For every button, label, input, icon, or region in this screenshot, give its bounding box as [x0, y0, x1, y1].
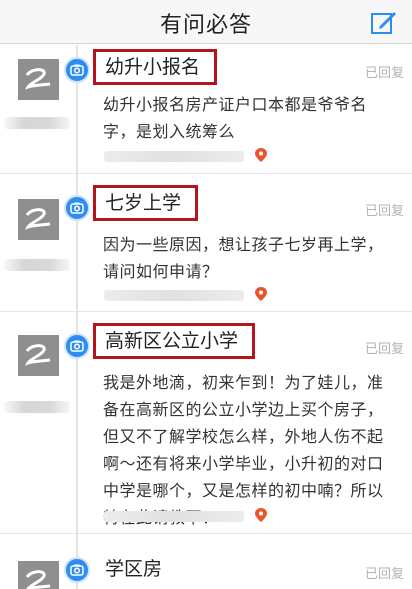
location-pin-icon	[255, 148, 267, 162]
avatar[interactable]	[18, 561, 59, 589]
question-body: 因为一些原因，想让孩子七岁再上学，请问如何申请？	[103, 235, 384, 281]
location-pin-icon	[255, 508, 267, 522]
question-item[interactable]: 七岁上学 已回复 因为一些原因，想让孩子七岁再上学，请问如何申请？	[0, 175, 412, 312]
user-name-blurred	[4, 401, 70, 413]
location-pin-icon	[255, 287, 267, 301]
camera-icon	[64, 557, 90, 583]
question-item[interactable]: 学区房 已回复	[0, 535, 412, 589]
user-name-blurred	[4, 259, 70, 271]
status-badge: 已回复	[364, 66, 404, 81]
camera-icon	[64, 195, 90, 221]
compose-icon[interactable]	[370, 8, 398, 36]
question-list: 幼升小报名 已回复 幼升小报名房产证户口本都是爷爷名字，是划入统筹么 七岁上学 …	[0, 45, 412, 589]
question-title[interactable]: 幼升小报名	[93, 49, 218, 85]
question-item[interactable]: 高新区公立小学 已回复 我是外地滴，初来乍到！为了娃儿，准备在高新区的公立小学边…	[0, 313, 412, 534]
top-bar: 有问必答	[0, 0, 412, 44]
avatar[interactable]	[18, 199, 59, 240]
location-blurred	[104, 290, 244, 301]
question-body: 我是外地滴，初来乍到！为了娃儿，准备在高新区的公立小学边上买个房子，但又不了解学…	[103, 373, 384, 527]
question-item[interactable]: 幼升小报名 已回复 幼升小报名房产证户口本都是爷爷名字，是划入统筹么	[0, 45, 412, 174]
user-name-blurred	[4, 117, 70, 129]
page-title: 有问必答	[159, 13, 252, 38]
question-body: 幼升小报名房产证户口本都是爷爷名字，是划入统筹么	[103, 95, 368, 141]
location-blurred	[104, 151, 244, 162]
avatar[interactable]	[18, 59, 59, 100]
status-badge: 已回复	[364, 567, 404, 582]
question-title[interactable]: 学区房	[93, 551, 179, 587]
camera-icon	[64, 333, 90, 359]
question-title[interactable]: 高新区公立小学	[93, 323, 256, 359]
avatar[interactable]	[18, 335, 59, 376]
camera-icon	[64, 57, 90, 83]
location-blurred	[104, 511, 244, 522]
status-badge: 已回复	[364, 204, 404, 219]
question-title[interactable]: 七岁上学	[93, 185, 199, 221]
status-badge: 已回复	[364, 342, 404, 357]
